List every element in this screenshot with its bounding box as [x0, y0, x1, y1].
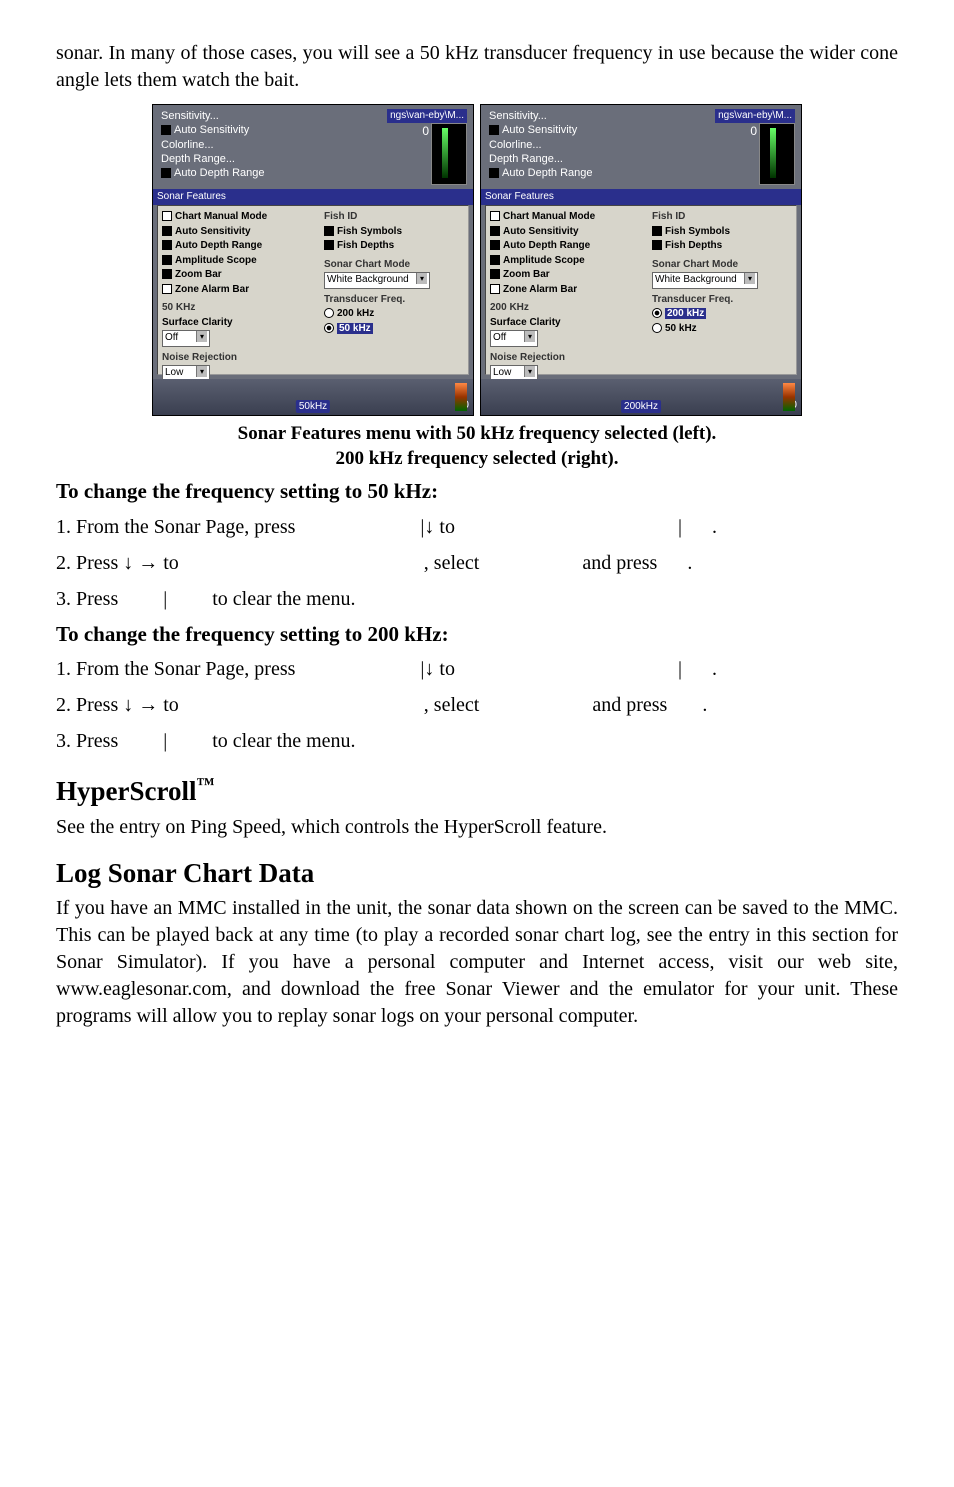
color-bar-icon — [455, 383, 467, 411]
step-1: 1. From the Sonar Page, press |↓ to | . — [56, 510, 898, 544]
freq-badge: 50kHz — [296, 400, 330, 414]
zone-alarm-bar[interactable]: Zone Alarm Bar — [162, 283, 316, 298]
zone-alarm-bar[interactable]: Zone Alarm Bar — [490, 283, 644, 298]
amplitude-scope[interactable]: Amplitude Scope — [162, 254, 316, 269]
surface-clarity-label: Surface Clarity — [490, 316, 644, 331]
fish-symbols[interactable]: Fish Symbols — [324, 225, 464, 240]
path-tag: ngs\van-eby\M... — [387, 109, 467, 123]
step-3: 3. Press | to clear the menu. — [56, 582, 898, 616]
echo-strip: 200kHz 60 — [481, 379, 801, 415]
hyperscroll-text: See the entry on Ping Speed, which contr… — [56, 814, 898, 841]
fish-depths[interactable]: Fish Depths — [652, 239, 792, 254]
auto-depth-range[interactable]: Auto Depth Range — [162, 239, 316, 254]
freq-badge: 200kHz — [621, 400, 661, 414]
step-3b: 3. Press | to clear the menu. — [56, 724, 898, 758]
menu-auto-depth: Auto Depth Range — [489, 166, 593, 180]
sonar-chart-mode-heading: Sonar Chart Mode — [324, 258, 464, 273]
chevron-down-icon: ▾ — [524, 366, 535, 377]
zoom-bar[interactable]: Zoom Bar — [162, 268, 316, 283]
echo-strip: 50kHz 60 — [153, 379, 473, 415]
menu-sensitivity: Sensitivity... — [161, 109, 265, 123]
sonar-features-bar: Sonar Features — [153, 189, 473, 205]
sonar-features-panel: Chart Manual Mode Auto Sensitivity Auto … — [157, 205, 469, 375]
surface-clarity-select[interactable]: Off▾ — [490, 330, 538, 347]
heading-hyperscroll: HyperScroll™ — [56, 772, 898, 809]
heading-log-sonar: Log Sonar Chart Data — [56, 855, 898, 891]
menu-sensitivity: Sensitivity... — [489, 109, 593, 123]
zoom-bar[interactable]: Zoom Bar — [490, 268, 644, 283]
sonar-screenshot-right: Sensitivity... Auto Sensitivity Colorlin… — [480, 104, 802, 416]
zero-label: 0 — [422, 123, 429, 139]
screenshot-pair: Sensitivity... Auto Sensitivity Colorlin… — [56, 104, 898, 416]
preview-thumb — [431, 123, 467, 185]
chevron-down-icon: ▾ — [196, 366, 207, 377]
intro-text: sonar. In many of those cases, you will … — [56, 40, 898, 94]
menu-auto-sensitivity: Auto Sensitivity — [161, 123, 265, 137]
menu-auto-sensitivity: Auto Sensitivity — [489, 123, 593, 137]
sonar-features-bar: Sonar Features — [481, 189, 801, 205]
transducer-freq-heading: Transducer Freq. — [652, 293, 792, 308]
freq-heading-50: 50 KHz — [162, 301, 316, 316]
surface-clarity-select[interactable]: Off▾ — [162, 330, 210, 347]
path-tag: ngs\van-eby\M... — [715, 109, 795, 123]
amplitude-scope[interactable]: Amplitude Scope — [490, 254, 644, 269]
figure-caption: Sonar Features menu with 50 kHz frequenc… — [56, 422, 898, 471]
sonar-chart-mode-select[interactable]: White Background▾ — [324, 272, 430, 289]
menu-colorline: Colorline... — [161, 138, 265, 152]
menu-colorline: Colorline... — [489, 138, 593, 152]
transducer-freq-heading: Transducer Freq. — [324, 293, 464, 308]
sonar-screenshot-left: Sensitivity... Auto Sensitivity Colorlin… — [152, 104, 474, 416]
preview-thumb — [759, 123, 795, 185]
zero-label: 0 — [750, 123, 757, 139]
fish-depths[interactable]: Fish Depths — [324, 239, 464, 254]
chart-manual-mode[interactable]: Chart Manual Mode — [490, 210, 644, 225]
radio-50khz[interactable]: 50 kHz — [652, 322, 792, 337]
chevron-down-icon: ▾ — [196, 331, 207, 342]
fish-id-heading: Fish ID — [324, 210, 464, 225]
fish-id-heading: Fish ID — [652, 210, 792, 225]
noise-rejection-label: Noise Rejection — [490, 351, 644, 366]
top-menu: Sensitivity... Auto Sensitivity Colorlin… — [161, 109, 265, 180]
surface-clarity-label: Surface Clarity — [162, 316, 316, 331]
step-1b: 1. From the Sonar Page, press |↓ to | . — [56, 652, 898, 686]
fish-symbols[interactable]: Fish Symbols — [652, 225, 792, 240]
sonar-features-panel: Chart Manual Mode Auto Sensitivity Auto … — [485, 205, 797, 375]
step-2: 2. Press ↓ → to , select and press . — [56, 546, 898, 580]
menu-depth-range: Depth Range... — [161, 152, 265, 166]
chevron-down-icon: ▾ — [744, 273, 755, 284]
chart-manual-mode[interactable]: Chart Manual Mode — [162, 210, 316, 225]
step-2b: 2. Press ↓ → to , select and press . — [56, 688, 898, 722]
top-menu: Sensitivity... Auto Sensitivity Colorlin… — [489, 109, 593, 180]
noise-rejection-label: Noise Rejection — [162, 351, 316, 366]
freq-heading-200: 200 KHz — [490, 301, 644, 316]
auto-sensitivity[interactable]: Auto Sensitivity — [490, 225, 644, 240]
sonar-chart-mode-heading: Sonar Chart Mode — [652, 258, 792, 273]
color-bar-icon — [783, 383, 795, 411]
radio-50khz[interactable]: 50 kHz — [324, 322, 464, 337]
log-sonar-text: If you have an MMC installed in the unit… — [56, 895, 898, 1030]
trademark-icon: ™ — [196, 774, 214, 794]
menu-depth-range: Depth Range... — [489, 152, 593, 166]
radio-200khz[interactable]: 200 kHz — [324, 307, 464, 322]
chevron-down-icon: ▾ — [416, 273, 427, 284]
auto-sensitivity[interactable]: Auto Sensitivity — [162, 225, 316, 240]
heading-50khz: To change the frequency setting to 50 kH… — [56, 477, 898, 505]
menu-auto-depth: Auto Depth Range — [161, 166, 265, 180]
chevron-down-icon: ▾ — [524, 331, 535, 342]
heading-200khz: To change the frequency setting to 200 k… — [56, 620, 898, 648]
sonar-chart-mode-select[interactable]: White Background▾ — [652, 272, 758, 289]
radio-200khz[interactable]: 200 kHz — [652, 307, 792, 322]
auto-depth-range[interactable]: Auto Depth Range — [490, 239, 644, 254]
